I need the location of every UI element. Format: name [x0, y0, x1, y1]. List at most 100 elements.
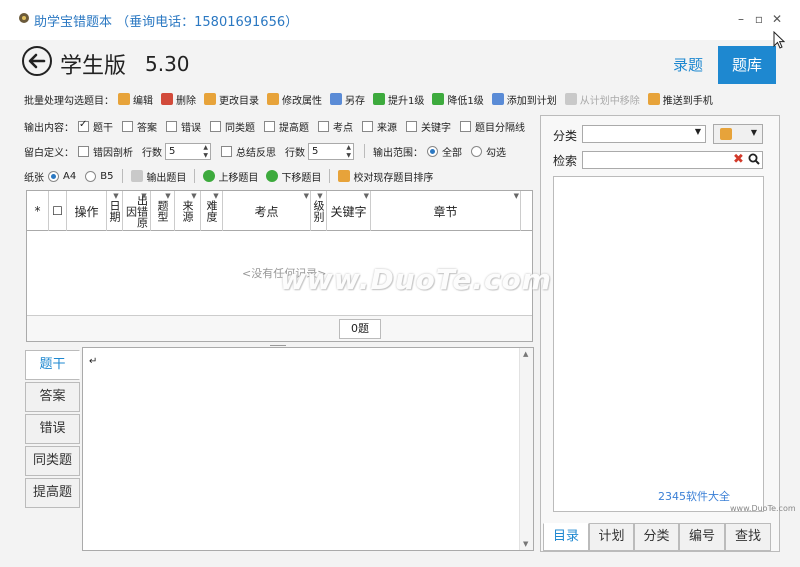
error-analysis-checkbox[interactable]: 错因剖析 [78, 144, 133, 159]
paper-row: 纸张 A4 B5 输出题目 上移题目 下移题目 校对现存题目排序 [24, 167, 441, 185]
chevron-down-icon: ▼ [750, 128, 757, 137]
category-select[interactable]: ▼ [582, 125, 706, 143]
search-input[interactable]: ✖ [582, 151, 763, 169]
batch-folder-button[interactable]: 更改目录 [204, 92, 259, 107]
close-button[interactable]: ✕ [768, 10, 786, 28]
bottom-tab[interactable]: 编号 [679, 523, 725, 551]
paper-a4-radio[interactable]: A4 [48, 170, 77, 182]
column-header[interactable]: 关键字 ▼ [327, 191, 371, 231]
bottom-tab[interactable]: 查找 [725, 523, 771, 551]
chevron-down-icon: ▼ [694, 127, 701, 136]
arrow-up-icon [203, 170, 216, 182]
batch-add-plan-button[interactable]: 添加到计划 [491, 92, 557, 107]
category-menu-button[interactable]: ▼ [713, 124, 763, 144]
rows-stepper-1[interactable]: 5 ▲ ▼ [165, 142, 211, 160]
blank-settings-row: 留白定义： 错因剖析 行数 5 ▲ ▼ 总结反思 行数 5 ▲ ▼ 输出范围： 全部 勾… [24, 142, 515, 160]
output-option-checkbox[interactable]: 同类题 [210, 119, 255, 134]
tab-record[interactable]: 录题 [662, 46, 714, 84]
clear-icon[interactable]: ✖ [733, 152, 744, 167]
side-tab[interactable]: 提高题 [25, 478, 80, 508]
filter-icon[interactable]: ▼ [364, 192, 369, 200]
scroll-down-icon[interactable]: ▼ [523, 540, 528, 548]
batch-raise-level-button[interactable]: 提升1级 [373, 92, 424, 107]
editor-scrollbar[interactable]: ▲ ▼ [519, 348, 533, 550]
push-phone-icon [647, 93, 660, 105]
filter-icon[interactable]: ▼ [514, 192, 519, 200]
move-down-button[interactable]: 下移题目 [266, 169, 321, 184]
sort-button[interactable]: 校对现存题目排序 [338, 169, 433, 184]
duote-watermark: www.DuoTe.com [280, 263, 552, 296]
filter-icon[interactable]: ▼ [162, 192, 173, 200]
column-header[interactable]: 难度 ▼ [201, 191, 223, 231]
filter-icon[interactable]: ▼ [188, 192, 199, 200]
column-header[interactable]: 级别 ▼ [311, 191, 327, 231]
side-tab[interactable]: 同类题 [25, 446, 80, 476]
filter-icon[interactable]: ▼ [110, 192, 121, 200]
batch-item-label: 修改属性 [282, 95, 322, 107]
export-label: 输出题目 [146, 172, 187, 184]
output-option-checkbox[interactable]: 来源 [362, 119, 397, 134]
batch-item-label: 添加到计划 [506, 95, 557, 107]
rows-stepper-2[interactable]: 5 ▲ ▼ [308, 142, 354, 160]
column-header[interactable]: 日期 ▼ [107, 191, 123, 231]
filter-icon[interactable]: ▼ [210, 192, 221, 200]
summary-checkbox[interactable]: 总结反思 [221, 144, 276, 159]
batch-edit-button[interactable]: 编辑 [118, 92, 153, 107]
output-option-checkbox[interactable]: 题干 [78, 119, 113, 134]
column-header[interactable]: 出错原因 ▼ [123, 191, 151, 231]
output-option-checkbox[interactable]: 题目分隔线 [460, 119, 525, 134]
filter-icon[interactable]: ▼ [138, 192, 149, 200]
side-tab[interactable]: 错误 [25, 414, 80, 444]
back-button[interactable] [22, 46, 52, 76]
side-tab[interactable]: 答案 [25, 382, 80, 412]
batch-save-as-button[interactable]: 另存 [330, 92, 365, 107]
save-as-icon [330, 93, 342, 105]
app-logo-icon [18, 12, 30, 24]
search-icon[interactable] [748, 152, 760, 169]
output-option-checkbox[interactable]: 提高题 [264, 119, 309, 134]
filter-icon[interactable]: ▼ [304, 192, 309, 200]
batch-lower-level-button[interactable]: 降低1级 [432, 92, 484, 107]
column-header[interactable]: * [27, 191, 49, 231]
tab-question-bank[interactable]: 题库 [718, 46, 776, 84]
move-up-button[interactable]: 上移题目 [203, 169, 258, 184]
batch-item-label: 降低1级 [447, 95, 484, 107]
output-option-checkbox[interactable]: 关键字 [406, 119, 451, 134]
output-option-checkbox[interactable]: 错误 [166, 119, 201, 134]
minimize-button[interactable]: – [732, 10, 750, 28]
column-header[interactable]: ☐ [49, 191, 67, 231]
batch-delete-button[interactable]: 删除 [161, 92, 196, 107]
question-editor[interactable]: ↵ ▲ ▼ [82, 347, 534, 551]
stepper-arrows-icon[interactable]: ▲ ▼ [346, 144, 351, 160]
radio-label: A4 [63, 170, 77, 182]
batch-remove-plan-button[interactable]: 从计划中移除 [564, 92, 640, 107]
export-button[interactable]: 输出题目 [131, 169, 186, 184]
side-tab[interactable]: 题干 [25, 350, 80, 380]
column-header-label: * [34, 204, 41, 218]
column-header[interactable]: 章节 ▼ [371, 191, 521, 231]
bottom-tab[interactable]: 计划 [589, 523, 634, 551]
version-number: 5.30 [145, 52, 190, 76]
column-header[interactable]: 来源 ▼ [175, 191, 201, 231]
bottom-tab[interactable]: 分类 [634, 523, 679, 551]
category-tree[interactable] [553, 176, 764, 512]
scroll-up-icon[interactable]: ▲ [523, 350, 528, 358]
batch-item-label: 从计划中移除 [579, 95, 640, 107]
output-option-checkbox[interactable]: 答案 [122, 119, 157, 134]
range-checked-radio[interactable]: 勾选 [471, 144, 506, 159]
maximize-button[interactable]: ▫ [750, 10, 768, 28]
bottom-tab[interactable]: 目录 [543, 523, 589, 551]
output-option-checkbox[interactable]: 考点 [318, 119, 353, 134]
range-all-radio[interactable]: 全部 [427, 144, 462, 159]
column-header[interactable]: 题型 ▼ [151, 191, 175, 231]
batch-push-phone-button[interactable]: 推送到手机 [647, 92, 713, 107]
stepper-arrows-icon[interactable]: ▲ ▼ [203, 144, 208, 160]
column-header[interactable]: 操作 [67, 191, 107, 231]
column-header[interactable]: 考点 ▼ [223, 191, 311, 231]
batch-properties-button[interactable]: 修改属性 [267, 92, 322, 107]
filter-icon[interactable]: ▼ [314, 192, 325, 200]
paper-b5-radio[interactable]: B5 [85, 170, 113, 182]
move-up-label: 上移题目 [218, 172, 259, 184]
column-header-label: 级别 [313, 200, 324, 222]
arrow-down-icon [266, 170, 279, 182]
